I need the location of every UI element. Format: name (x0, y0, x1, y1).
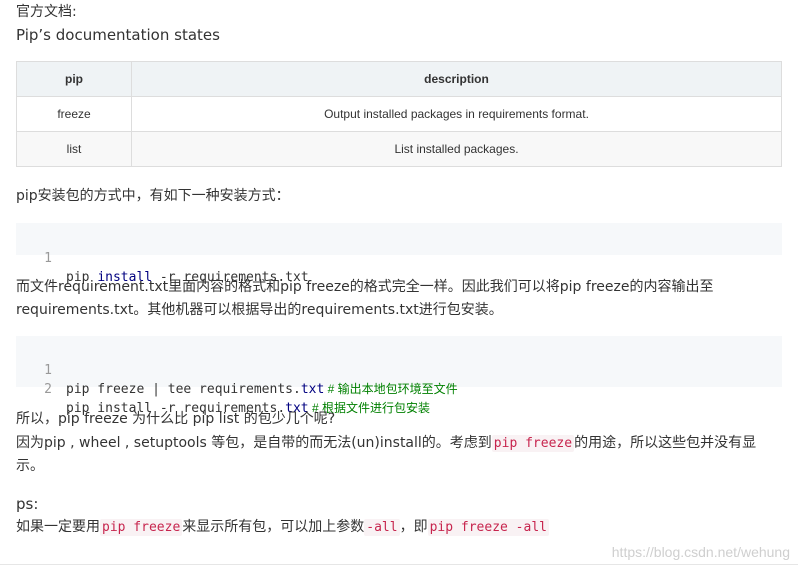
paragraph-answer-line2: 示。 (16, 458, 44, 474)
code-line: 2 pip install -r requirements.txt # 根据文件… (16, 361, 782, 416)
table-header-row: pip description (16, 61, 782, 97)
table-cell: freeze (16, 96, 132, 132)
paragraph-question: 所以，pip freeze 为什么比 pip list 的包少几个呢? (16, 411, 336, 427)
line-number: 2 (44, 382, 52, 397)
code-text: pip freeze | tee requirements.txt # 输出本地… (66, 382, 458, 397)
paragraph-install-intro: pip安装包的方式中，有如下一种安装方式： (16, 188, 290, 204)
ps-paragraph: 如果一定要用 pip freeze 来显示所有包，可以加上参数 -all ，即 pip f… (16, 519, 549, 536)
table-header: description (131, 61, 782, 97)
intro-label-en: Pip’s documentation states (16, 26, 220, 44)
table-header: pip (16, 61, 132, 97)
table-row: list List installed packages. (16, 131, 782, 167)
intro-label-cn: 官方文档: (16, 4, 77, 20)
inline-code: -all (364, 519, 400, 536)
table-cell: List installed packages. (131, 131, 782, 167)
code-line: 1 pip freeze | tee requirements.txt # 输出… (16, 342, 782, 397)
table-cell: list (16, 131, 132, 167)
divider (0, 564, 798, 565)
inline-code: pip freeze (100, 519, 183, 536)
ps-label: ps: (16, 495, 39, 513)
options-table: pip description freeze Output installed … (16, 61, 782, 167)
code-comment: # 输出本地包环境至文件 (324, 382, 458, 396)
inline-code: pip freeze (491, 435, 575, 452)
table-row: freeze Output installed packages in requ… (16, 96, 782, 132)
code-line: 1 pip install -r requirements.txt (16, 230, 782, 285)
inline-code: pip freeze -all (427, 519, 549, 536)
paragraph-format-line2: requirements.txt。其他机器可以根据导出的requirements… (16, 302, 503, 318)
code-block-install: 1 pip install -r requirements.txt (16, 223, 782, 285)
paragraph-answer-line1: 因为pip , wheel , setuptools 等包，是自带的而无法(un… (16, 435, 757, 452)
line-number: 1 (44, 251, 52, 266)
paragraph-format-line1: 而文件requirement.txt里面内容的格式和pip freeze的格式完… (16, 279, 714, 295)
watermark: https://blog.csdn.net/wehung (611, 544, 790, 560)
table-cell: Output installed packages in requirement… (131, 96, 782, 132)
code-block-freeze: 1 pip freeze | tee requirements.txt # 输出… (16, 336, 782, 416)
